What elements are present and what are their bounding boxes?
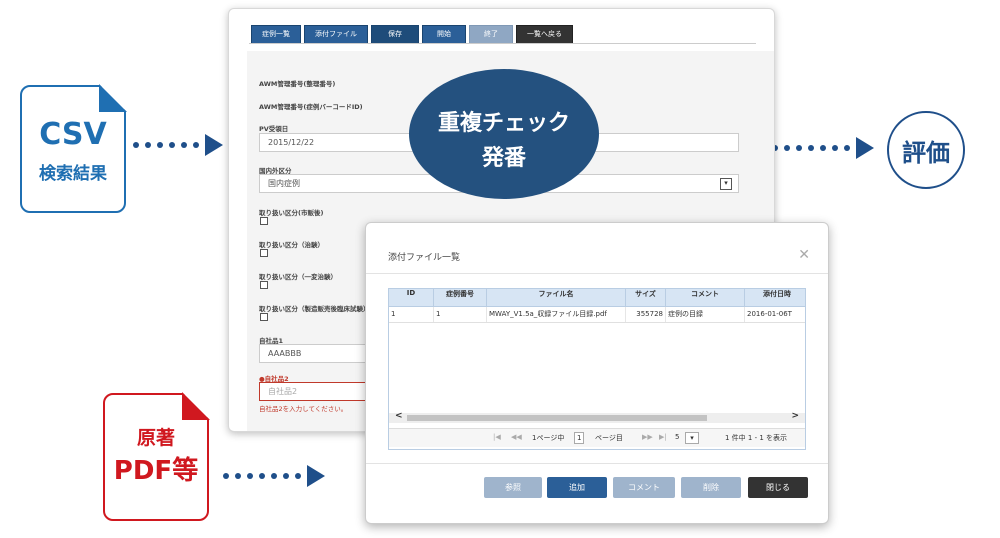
table-row[interactable]: 1 1 MWAY_V1.5a_収録ファイル目録.pdf 355728 症例の目録… [389, 307, 805, 323]
awm-mgmt-label: AWM管理番号(整理番号) [259, 80, 336, 88]
first-page-icon[interactable]: |◀ [493, 433, 501, 441]
evaluation-circle: 評価 [887, 111, 965, 189]
duplicate-check-ellipse: 重複チェック 発番 [409, 69, 599, 199]
cell-comment: 症例の目録 [666, 307, 745, 322]
ellipse-line2: 発番 [481, 146, 526, 171]
attachment-tab[interactable]: 添付ファイル [304, 25, 368, 44]
prev-page-icon[interactable]: ◀◀ [511, 433, 522, 441]
csv-document-icon: CSV 検索結果 [20, 84, 127, 213]
cell-case-no: 1 [434, 307, 487, 322]
handling3-checkbox[interactable] [260, 281, 268, 289]
product1-input[interactable]: AAABBB [259, 344, 379, 363]
pv-date-label: PV受領日 [259, 125, 289, 133]
handling4-checkbox[interactable] [260, 313, 268, 321]
cell-filename: MWAY_V1.5a_収録ファイル目録.pdf [487, 307, 626, 322]
comment-button[interactable]: コメント [613, 477, 675, 498]
scroll-thumb[interactable] [407, 415, 707, 421]
close-button[interactable]: 閉じる [748, 477, 808, 498]
attachment-dialog: 添付ファイル一覧 ✕ ID 症例番号 ファイル名 サイズ コメント 添付日時 1… [365, 222, 829, 524]
pager: |◀ ◀◀ 1ページ中 1 ページ目 ▶▶ ▶| 5 ▾ 1 件中 1 - 1 … [389, 428, 805, 447]
pager-summary: 1 件中 1 - 1 を表示 [725, 434, 788, 442]
csv-subtitle: 検索結果 [39, 164, 107, 184]
col-size[interactable]: サイズ [626, 289, 666, 306]
product2-error: 自社品2を入力してください。 [259, 405, 348, 413]
flow-arrow-eval [760, 137, 874, 159]
scroll-right-icon[interactable]: > [791, 411, 799, 421]
page-fold-icon [182, 392, 210, 420]
grid-header: ID 症例番号 ファイル名 サイズ コメント 添付日時 [389, 289, 805, 307]
col-date[interactable]: 添付日時 [745, 289, 805, 306]
page-number-input[interactable]: 1 [574, 432, 585, 444]
col-comment[interactable]: コメント [666, 289, 745, 306]
chevron-down-icon[interactable]: ▾ [685, 432, 699, 444]
delete-button[interactable]: 削除 [681, 477, 741, 498]
toolbar: 症例一覧 添付ファイル 保存 開始 終了 一覧へ戻る [251, 25, 576, 44]
back-to-list-tab[interactable]: 一覧へ戻る [516, 25, 573, 44]
chevron-down-icon: ▾ [720, 178, 732, 190]
attachment-grid: ID 症例番号 ファイル名 サイズ コメント 添付日時 1 1 MWAY_V1.… [388, 288, 806, 450]
col-id[interactable]: ID [389, 289, 434, 306]
flow-arrow-pdf [223, 465, 325, 487]
cell-id: 1 [389, 307, 434, 322]
handling4-label: 取り扱い区分（製造販売後臨床試験） [259, 305, 370, 313]
toolbar-divider [249, 43, 756, 44]
handling2-checkbox[interactable] [260, 249, 268, 257]
domestic-select-value: 国内症例 [268, 179, 300, 188]
cell-size: 355728 [626, 307, 666, 322]
per-page-value: 5 [675, 433, 680, 441]
page-suffix-label: ページ目 [595, 434, 623, 442]
dialog-footer-divider [366, 463, 828, 464]
end-tab[interactable]: 終了 [469, 25, 513, 44]
product2-input[interactable]: 自社品2 [259, 382, 379, 401]
start-tab[interactable]: 開始 [422, 25, 466, 44]
handling3-label: 取り扱い区分（一変治験） [259, 273, 337, 281]
page-of-label: 1ページ中 [532, 434, 565, 442]
next-page-icon[interactable]: ▶▶ [642, 433, 653, 441]
dialog-title: 添付ファイル一覧 [388, 253, 461, 263]
close-icon[interactable]: ✕ [798, 247, 810, 263]
save-tab[interactable]: 保存 [371, 25, 419, 44]
handling2-label: 取り扱い区分（治験） [259, 241, 324, 249]
browse-button[interactable]: 参照 [484, 477, 542, 498]
horizontal-scrollbar[interactable]: < > [389, 411, 805, 423]
handling1-label: 取り扱い区分(市販後) [259, 209, 324, 217]
handling1-checkbox[interactable] [260, 217, 268, 225]
case-list-tab[interactable]: 症例一覧 [251, 25, 301, 44]
last-page-icon[interactable]: ▶| [659, 433, 667, 441]
pdf-document-icon: 原著 PDF等 [103, 392, 210, 521]
cell-date: 2016-01-06T [747, 310, 792, 318]
ellipse-line1: 重複チェック [437, 111, 570, 136]
col-case-no[interactable]: 症例番号 [434, 289, 487, 306]
add-button[interactable]: 追加 [547, 477, 607, 498]
flow-arrow-csv [133, 134, 223, 156]
pdf-line2: PDF等 [113, 456, 199, 486]
awm-barcode-label: AWM管理番号(症例バーコードID) [259, 103, 363, 111]
pdf-line1: 原著 [136, 427, 175, 449]
scroll-left-icon[interactable]: < [395, 411, 403, 421]
csv-title: CSV [39, 117, 107, 152]
col-filename[interactable]: ファイル名 [487, 289, 626, 306]
page-fold-icon [99, 84, 127, 112]
dialog-divider [366, 273, 828, 274]
